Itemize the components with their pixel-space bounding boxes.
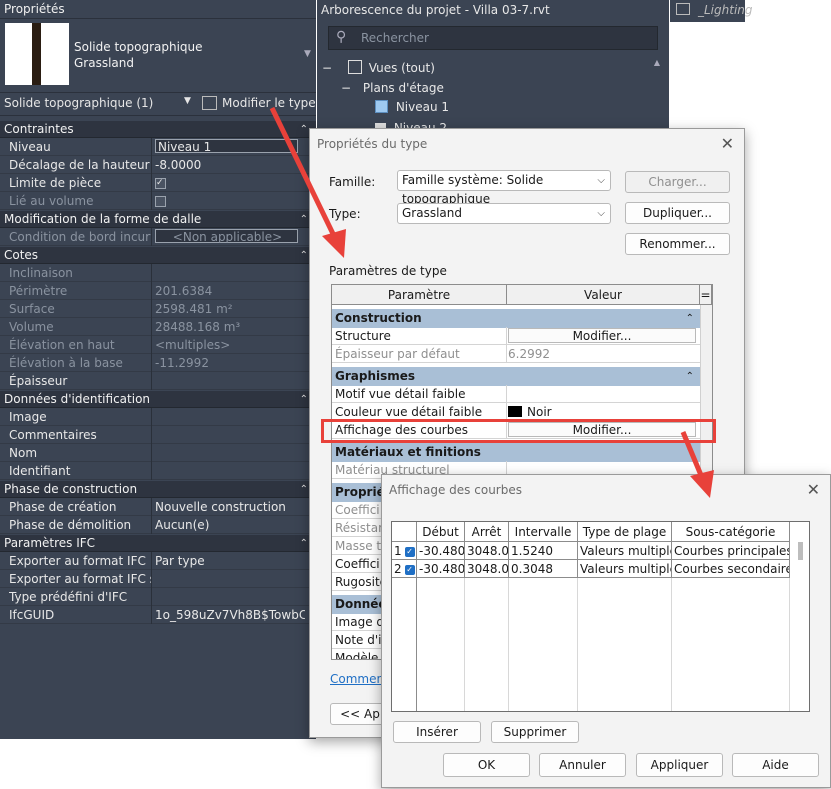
arrow-line-2	[680, 431, 706, 481]
arrow-line-1	[269, 106, 339, 242]
annotation-arrows	[269, 106, 714, 498]
arrow-head-2	[690, 470, 714, 498]
arrow-head-1	[322, 229, 346, 258]
